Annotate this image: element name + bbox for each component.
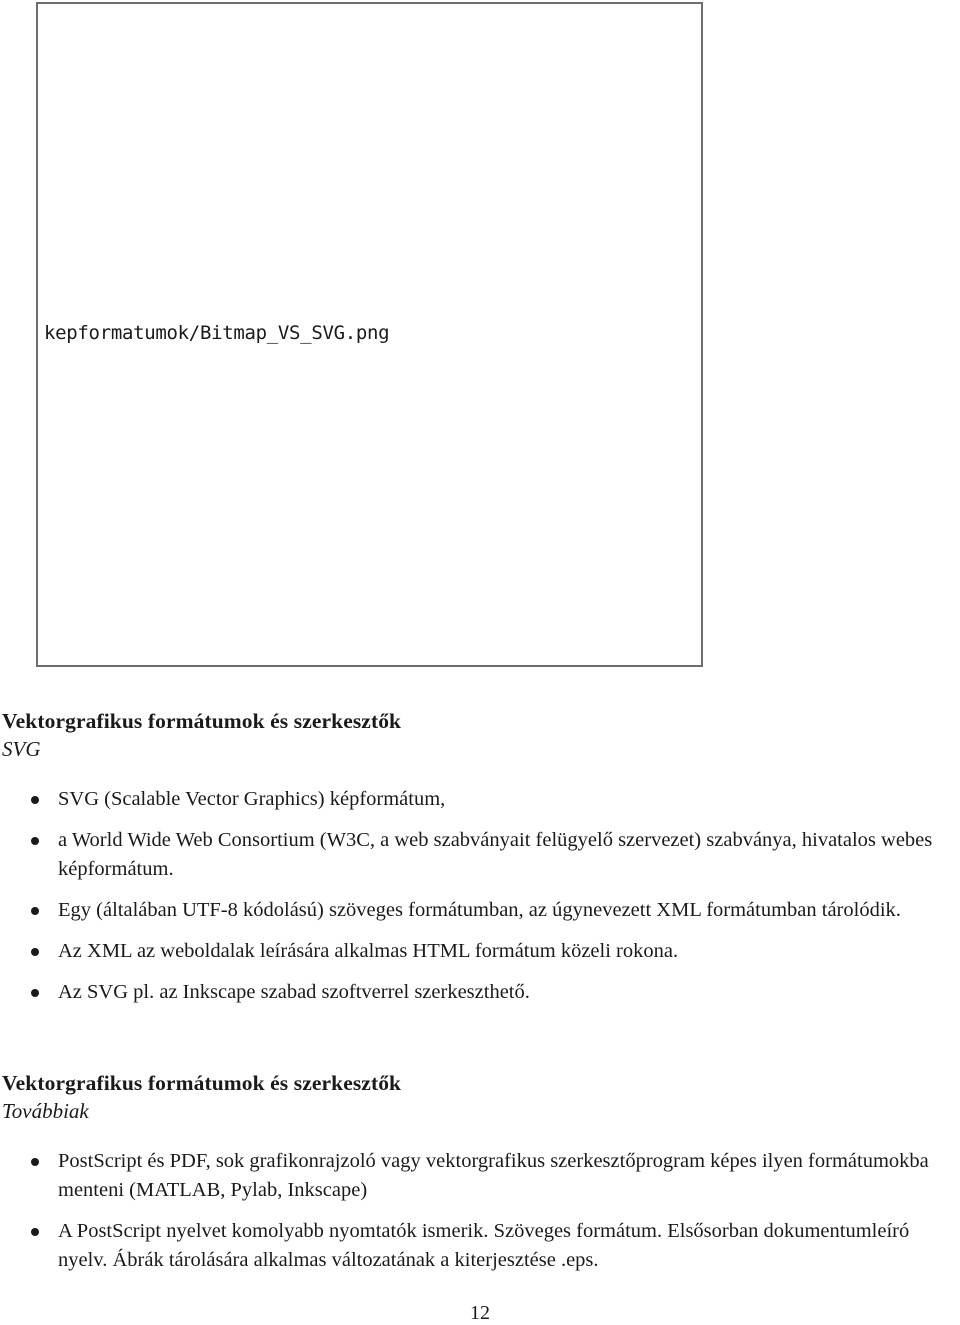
page-number: 12: [470, 1302, 490, 1324]
list-item-text: Az XML az weboldalak leírására alkalmas …: [58, 940, 679, 962]
section-subtitle: Továbbiak: [2, 1099, 89, 1123]
section-title: Vektorgrafikus formátumok és szerkesztők: [2, 709, 402, 733]
list-item: Egy (általában UTF-8 kódolású) szöveges …: [2, 896, 958, 925]
list-item: Az SVG pl. az Inkscape szabad szoftverre…: [2, 978, 958, 1007]
list-item: A PostScript nyelvet komolyabb nyomtatók…: [2, 1217, 958, 1275]
list-item: PostScript és PDF, sok grafikonrajzoló v…: [2, 1147, 958, 1205]
bullet-icon: [31, 1158, 39, 1166]
bullet-icon: [31, 907, 39, 915]
list-item-text: PostScript és PDF, sok grafikonrajzoló v…: [58, 1150, 929, 1201]
bullet-icon: [31, 796, 39, 804]
bullet-icon: [31, 1228, 39, 1236]
bullet-icon: [31, 837, 39, 845]
section-subtitle: SVG: [2, 737, 41, 761]
bullet-icon: [31, 948, 39, 956]
list-item-text: A PostScript nyelvet komolyabb nyomtatók…: [58, 1220, 910, 1271]
section-svg: Vektorgrafikus formátumok és szerkesztők…: [2, 707, 958, 1007]
list-item-text: a World Wide Web Consortium (W3C, a web …: [58, 829, 933, 880]
bullet-icon: [31, 989, 39, 997]
list-item: Az XML az weboldalak leírására alkalmas …: [2, 937, 958, 966]
figure-placeholder-box: kepformatumok/Bitmap_VS_SVG.png: [36, 2, 703, 667]
list-item: a World Wide Web Consortium (W3C, a web …: [2, 826, 958, 884]
bullet-list: SVG (Scalable Vector Graphics) képformát…: [2, 785, 958, 1007]
list-item-text: Az SVG pl. az Inkscape szabad szoftverre…: [58, 981, 530, 1003]
figure-image-path: kepformatumok/Bitmap_VS_SVG.png: [44, 322, 390, 344]
list-item: SVG (Scalable Vector Graphics) képformát…: [2, 785, 958, 814]
list-item-text: SVG (Scalable Vector Graphics) képformát…: [58, 788, 446, 810]
section-tovabbiak: Vektorgrafikus formátumok és szerkesztők…: [2, 1069, 958, 1275]
list-item-text: Egy (általában UTF-8 kódolású) szöveges …: [58, 899, 901, 921]
bullet-list: PostScript és PDF, sok grafikonrajzoló v…: [2, 1147, 958, 1275]
section-title: Vektorgrafikus formátumok és szerkesztők: [2, 1071, 402, 1095]
